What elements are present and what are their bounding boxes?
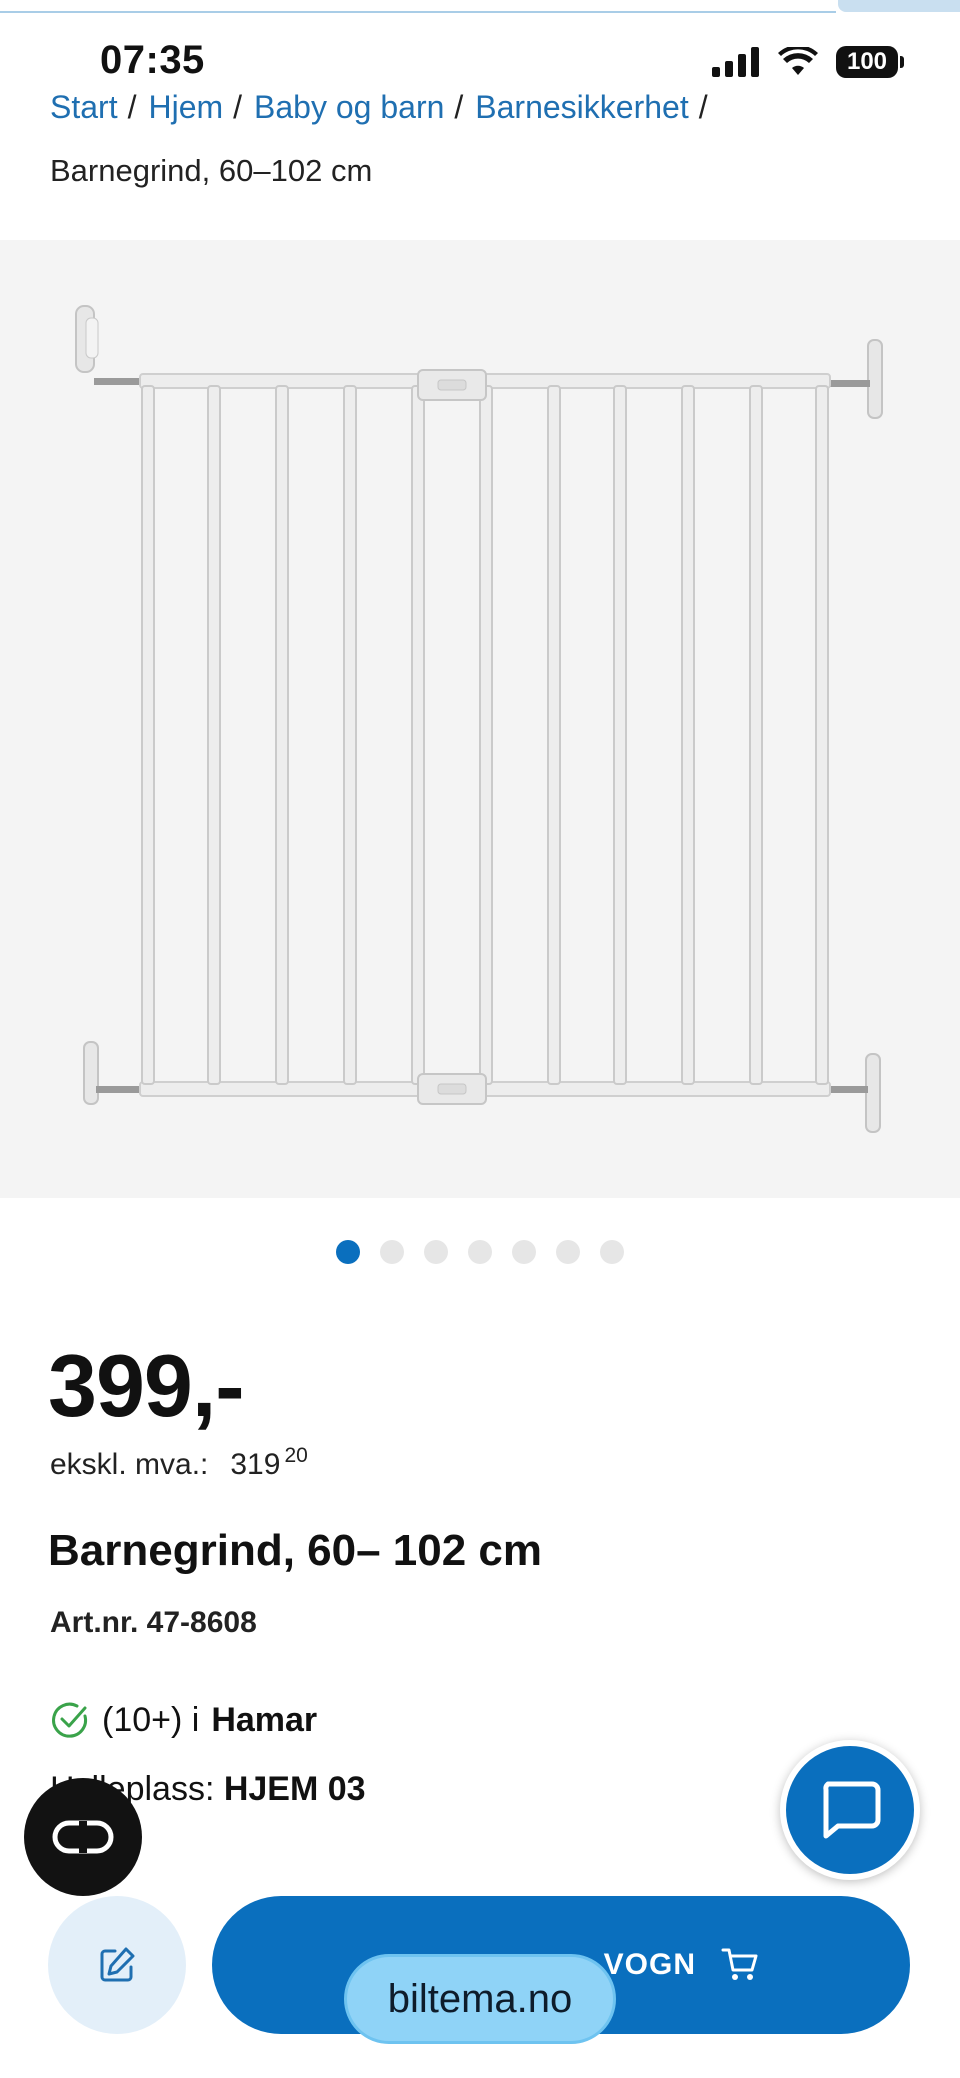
breadcrumb-separator: / bbox=[127, 89, 137, 125]
gallery-dot[interactable] bbox=[512, 1240, 536, 1264]
edit-button[interactable] bbox=[48, 1896, 186, 2034]
stock-store[interactable]: Hamar bbox=[211, 1701, 317, 1740]
link-toggle-icon bbox=[52, 1820, 114, 1854]
article-number: Art.nr. 47-8608 bbox=[50, 1606, 257, 1639]
url-pill[interactable]: biltema.no bbox=[344, 1954, 616, 2044]
breadcrumb-separator: / bbox=[454, 89, 464, 125]
gallery-dot[interactable] bbox=[468, 1240, 492, 1264]
edit-icon bbox=[100, 1947, 135, 1982]
battery-level: 100 bbox=[846, 48, 888, 75]
add-to-cart-label: VOGN bbox=[603, 1948, 696, 1981]
check-circle-icon bbox=[52, 1702, 88, 1738]
top-strip-pill bbox=[838, 0, 960, 12]
gallery-dots bbox=[0, 1240, 960, 1264]
stock-status[interactable]: (10+) i Hamar bbox=[50, 1700, 317, 1740]
gallery-dot[interactable] bbox=[600, 1240, 624, 1264]
ex-vat-label: ekskl. mva.: bbox=[50, 1448, 209, 1481]
product-title: Barnegrind, 60– 102 cm bbox=[48, 1526, 543, 1575]
gallery-dot[interactable] bbox=[380, 1240, 404, 1264]
co-toggle-button[interactable] bbox=[24, 1778, 142, 1896]
status-time: 07:35 bbox=[100, 38, 205, 82]
battery-icon: 100 bbox=[836, 46, 904, 78]
breadcrumb-hjem[interactable]: Hjem bbox=[148, 89, 223, 125]
product-image[interactable] bbox=[0, 240, 960, 1198]
breadcrumb-start[interactable]: Start bbox=[50, 89, 118, 125]
gallery-dot-active[interactable] bbox=[336, 1240, 360, 1264]
price-ex-vat: ekskl. mva.: 319 20 bbox=[50, 1444, 308, 1482]
breadcrumb-barnesikkerhet[interactable]: Barnesikkerhet bbox=[475, 89, 688, 125]
product-price: 399,- bbox=[48, 1336, 245, 1435]
top-strip-line bbox=[0, 11, 836, 13]
ex-vat-whole: 319 bbox=[230, 1448, 281, 1481]
breadcrumb-current: Barnegrind, 60–102 cm bbox=[50, 153, 373, 188]
breadcrumb-baby-og-barn[interactable]: Baby og barn bbox=[254, 89, 444, 125]
breadcrumb-separator: / bbox=[233, 89, 243, 125]
signal-icon bbox=[712, 47, 759, 77]
shelf-value: HJEM 03 bbox=[223, 1770, 366, 1808]
chat-bubble-icon bbox=[823, 1781, 881, 1839]
status-icons: 100 bbox=[712, 46, 904, 78]
wifi-icon bbox=[778, 47, 818, 75]
gallery-dot[interactable] bbox=[556, 1240, 580, 1264]
ex-vat-decimal: 20 bbox=[284, 1444, 308, 1467]
baby-gate-image bbox=[75, 305, 883, 1133]
breadcrumb-separator: / bbox=[698, 89, 708, 125]
stock-count: (10+) i bbox=[102, 1700, 200, 1739]
gallery-dot[interactable] bbox=[424, 1240, 448, 1264]
cart-icon bbox=[721, 1948, 758, 1980]
chat-button[interactable] bbox=[780, 1740, 920, 1880]
breadcrumb: Start / Hjem / Baby og barn / Barnesikkerhet / … bbox=[50, 86, 930, 192]
top-strip bbox=[0, 0, 960, 14]
